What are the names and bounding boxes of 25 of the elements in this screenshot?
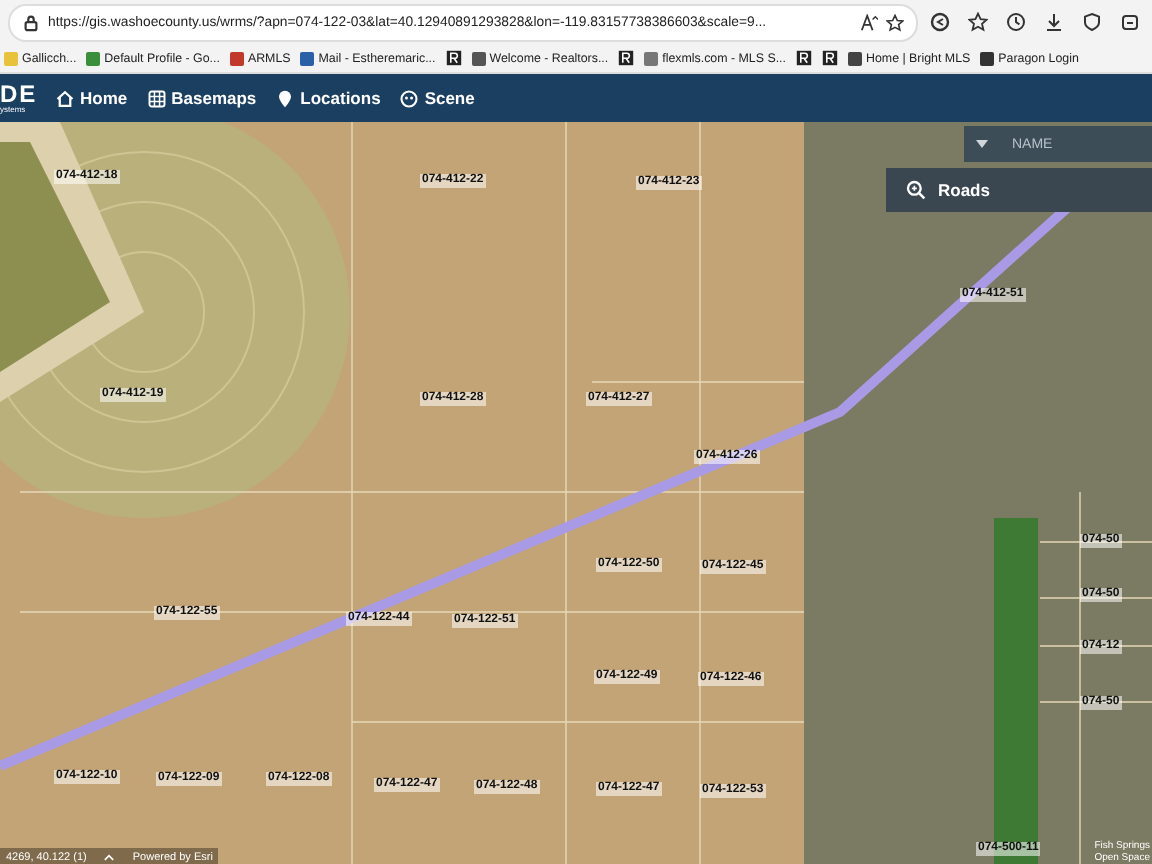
read-aloud-icon[interactable]: [860, 13, 878, 31]
nav-tab[interactable]: Basemaps: [147, 88, 257, 108]
bookmark-icon[interactable]: [796, 50, 812, 66]
download-icon[interactable]: [1044, 12, 1064, 32]
grid-icon: [147, 89, 166, 107]
caret-up-icon[interactable]: [102, 850, 117, 864]
nav-tab[interactable]: Home: [56, 88, 128, 108]
star-icon[interactable]: [886, 13, 904, 31]
nav-tab[interactable]: Scene: [400, 88, 475, 108]
nav-tab[interactable]: Locations: [276, 88, 381, 108]
collections-icon[interactable]: [1120, 12, 1140, 32]
favorites-icon[interactable]: [968, 12, 988, 32]
pin-icon: [276, 89, 295, 107]
search-result[interactable]: Roads: [886, 168, 1152, 212]
zoom-icon: [906, 180, 926, 200]
shield-icon[interactable]: [1082, 12, 1102, 32]
bookmark-icon[interactable]: [822, 50, 838, 66]
extension-icon[interactable]: [930, 12, 950, 32]
history-icon[interactable]: [1006, 12, 1026, 32]
lock-icon: [22, 13, 40, 31]
bookmark-icon[interactable]: [618, 50, 635, 66]
logo-text: DE: [0, 82, 36, 106]
globe-icon: [400, 89, 419, 107]
bookmark-icon[interactable]: [445, 50, 462, 66]
home-icon: [56, 89, 74, 107]
